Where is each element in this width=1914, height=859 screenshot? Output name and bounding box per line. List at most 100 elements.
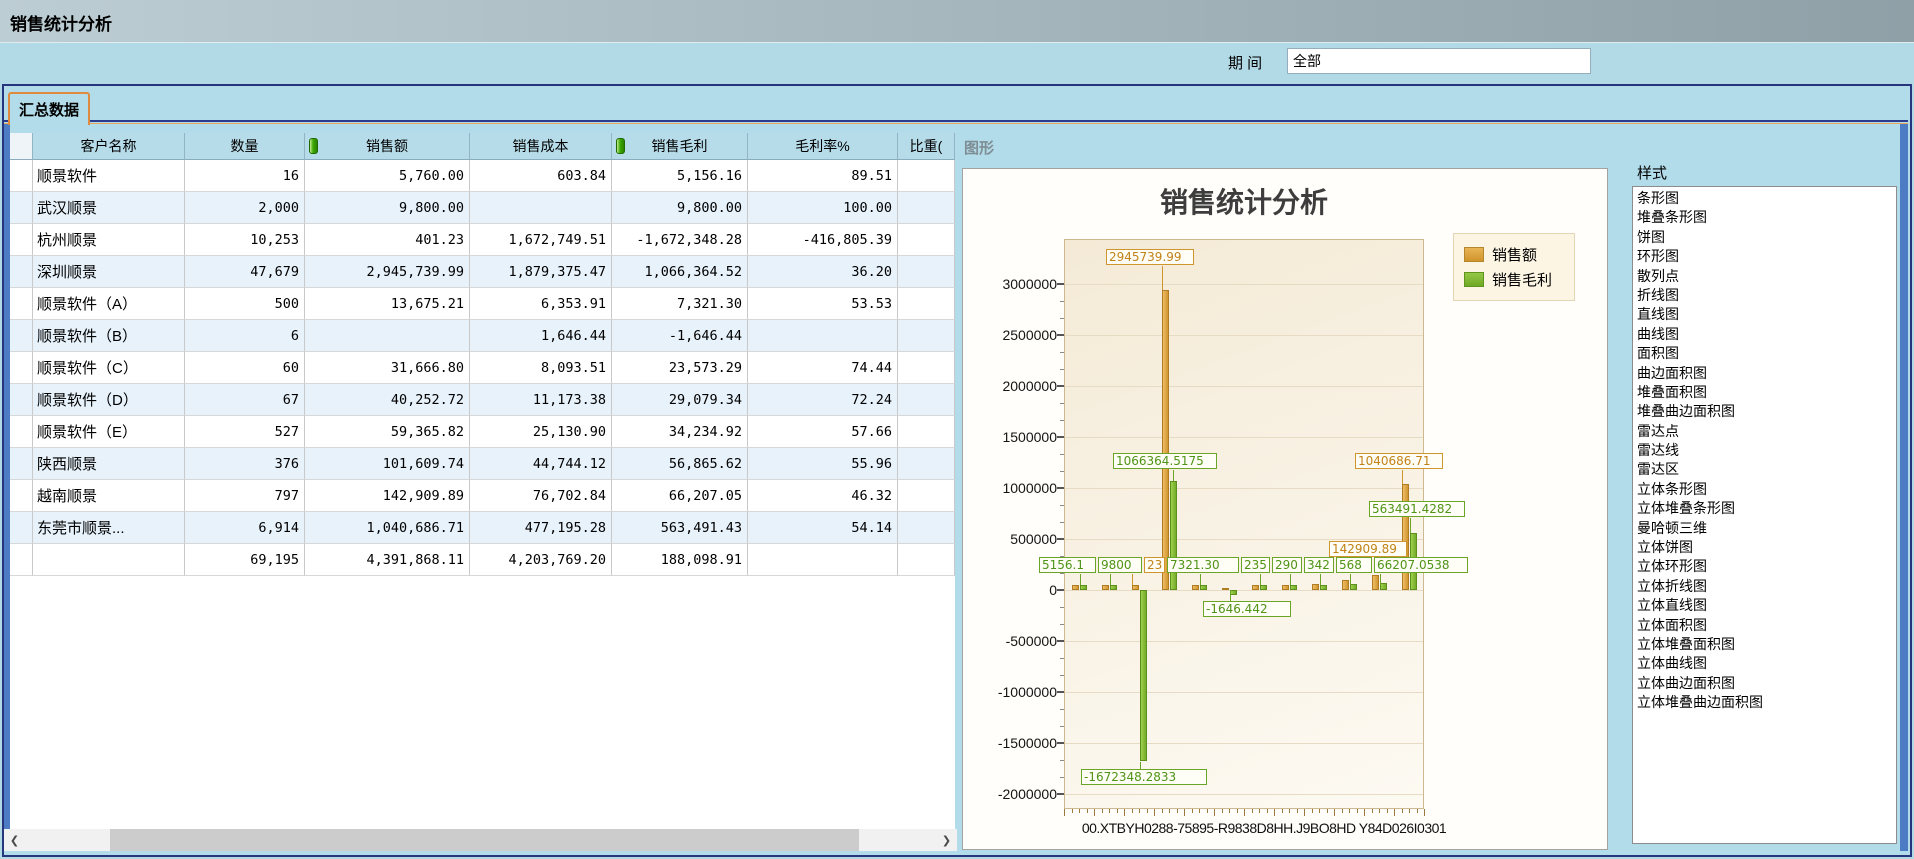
style-list-item[interactable]: 直线图	[1633, 305, 1896, 324]
x-axis-tick	[1237, 809, 1238, 813]
table-row[interactable]: 陕西顺景376101,609.7444,744.1256,865.6255.96	[10, 448, 955, 480]
chart-legend: 销售额 销售毛利	[1453, 233, 1575, 301]
table-row[interactable]: 顺景软件（B）61,646.44-1,646.44	[10, 320, 955, 352]
style-list-item[interactable]: 堆叠条形图	[1633, 208, 1896, 227]
data-label: -1672348.2833	[1081, 769, 1207, 785]
tab-summary-data[interactable]: 汇总数据	[8, 92, 90, 125]
legend-item-sales: 销售额	[1464, 242, 1574, 267]
x-axis-tick	[1244, 809, 1245, 816]
bar-profit-7	[1290, 585, 1297, 590]
x-axis-tick	[1184, 809, 1185, 816]
cell-gross-profit: 34,234.92	[612, 416, 748, 448]
y-axis-minor-tick	[1060, 726, 1064, 727]
period-input[interactable]	[1287, 48, 1591, 74]
table-row[interactable]: 顺景软件165,760.00603.845,156.1689.51	[10, 160, 955, 192]
style-list-item[interactable]: 立体直线图	[1633, 596, 1896, 615]
style-list-item[interactable]: 曼哈顿三维	[1633, 519, 1896, 538]
x-axis-tick	[1139, 809, 1140, 813]
x-axis-tick	[1409, 809, 1410, 813]
cell-margin-pct: 54.14	[748, 512, 898, 544]
column-header-sales-amount[interactable]: 销售额	[305, 133, 470, 160]
scroll-left-button[interactable]: ❮	[4, 829, 25, 851]
x-axis-tick	[1094, 809, 1095, 816]
scroll-right-button[interactable]: ❯	[936, 829, 957, 851]
style-list-item[interactable]: 堆叠曲边面积图	[1633, 402, 1896, 421]
y-axis-minor-tick	[1060, 301, 1064, 302]
cell-proportion	[898, 512, 955, 544]
cell-sales-amount: 31,666.80	[305, 352, 470, 384]
column-header-margin-pct[interactable]: 毛利率%	[748, 133, 898, 160]
horizontal-scrollbar[interactable]: ❮ ❯	[4, 829, 957, 851]
data-label-leader	[1350, 574, 1351, 585]
table-row[interactable]: 武汉顺景2,0009,800.009,800.00100.00	[10, 192, 955, 224]
x-axis-tick	[1087, 809, 1088, 813]
table-header-row: 客户名称数量销售额销售成本销售毛利毛利率%比重(	[10, 133, 955, 160]
table-row[interactable]: 顺景软件（E）52759,365.8225,130.9034,234.9257.…	[10, 416, 955, 448]
style-list-item[interactable]: 立体曲边面积图	[1633, 674, 1896, 693]
style-list-item[interactable]: 曲边面积图	[1633, 364, 1896, 383]
column-header-sales-cost[interactable]: 销售成本	[470, 133, 612, 160]
scrollbar-thumb[interactable]	[110, 829, 859, 851]
table-row[interactable]: 顺景软件（A）50013,675.216,353.917,321.3053.53	[10, 288, 955, 320]
cell-row-header	[10, 160, 33, 192]
column-header-proportion[interactable]: 比重(	[898, 133, 955, 160]
cell-row-header	[10, 416, 33, 448]
style-list-item[interactable]: 堆叠面积图	[1633, 383, 1896, 402]
style-list-item[interactable]: 环形图	[1633, 247, 1896, 266]
style-list-item[interactable]: 立体条形图	[1633, 480, 1896, 499]
cell-row-header	[10, 384, 33, 416]
table-row[interactable]: 越南顺景797142,909.8976,702.8466,207.0546.32	[10, 480, 955, 512]
style-list-item[interactable]: 折线图	[1633, 286, 1896, 305]
table-row[interactable]: 东莞市顺景...6,9141,040,686.71477,195.28563,4…	[10, 512, 955, 544]
cell-quantity: 500	[185, 288, 305, 320]
style-list-item[interactable]: 面积图	[1633, 344, 1896, 363]
style-list-item[interactable]: 雷达区	[1633, 460, 1896, 479]
column-header-gross-profit[interactable]: 销售毛利	[612, 133, 748, 160]
style-list-item[interactable]: 立体环形图	[1633, 557, 1896, 576]
style-list-item[interactable]: 曲线图	[1633, 325, 1896, 344]
y-axis-minor-tick	[1060, 505, 1064, 506]
style-list-item[interactable]: 立体曲线图	[1633, 654, 1896, 673]
cell-sales-cost: 4,203,769.20	[470, 544, 612, 576]
style-listbox[interactable]: 条形图堆叠条形图饼图环形图散列点折线图直线图曲线图面积图曲边面积图堆叠面积图堆叠…	[1632, 186, 1897, 844]
table-row[interactable]: 顺景软件（D）6740,252.7211,173.3829,079.3472.2…	[10, 384, 955, 416]
style-list-item[interactable]: 立体面积图	[1633, 616, 1896, 635]
x-axis-tick	[1379, 809, 1380, 813]
bar-profit-9	[1350, 584, 1357, 590]
style-list-item[interactable]: 立体堆叠曲边面积图	[1633, 693, 1896, 712]
style-list-item[interactable]: 立体堆叠条形图	[1633, 499, 1896, 518]
cell-gross-profit: 563,491.43	[612, 512, 748, 544]
style-list-item[interactable]: 立体折线图	[1633, 577, 1896, 596]
style-list-item[interactable]: 饼图	[1633, 228, 1896, 247]
cell-sales-amount	[305, 320, 470, 352]
style-list-item[interactable]: 立体饼图	[1633, 538, 1896, 557]
x-axis-tick	[1169, 809, 1170, 813]
table-row[interactable]: 深圳顺景47,6792,945,739.991,879,375.471,066,…	[10, 256, 955, 288]
x-axis-tick	[1364, 809, 1365, 816]
window-title-bar: 销售统计分析	[0, 0, 1914, 43]
chevron-left-icon: ❮	[10, 834, 19, 847]
style-list-item[interactable]: 条形图	[1633, 189, 1896, 208]
x-axis-tick	[1192, 809, 1193, 813]
table-row[interactable]: 顺景软件（C）6031,666.808,093.5123,573.2974.44	[10, 352, 955, 384]
data-label: 1040686.71	[1355, 453, 1443, 469]
style-list-item[interactable]: 雷达线	[1633, 441, 1896, 460]
cell-gross-profit: 23,573.29	[612, 352, 748, 384]
column-header-customer-name[interactable]: 客户名称	[33, 133, 185, 160]
y-axis-label: 2000000	[969, 378, 1057, 394]
cell-quantity: 60	[185, 352, 305, 384]
style-list-item[interactable]: 立体堆叠面积图	[1633, 635, 1896, 654]
table-empty-area	[10, 576, 955, 829]
grid-line	[1065, 590, 1423, 591]
chart-canvas: 销售统计分析 销售额 销售毛利 00.XTBYH0288-75895-R9838…	[962, 168, 1608, 850]
table-row[interactable]: 杭州顺景10,253401.231,672,749.51-1,672,348.2…	[10, 224, 955, 256]
table-total-row[interactable]: 69,1954,391,868.114,203,769.20188,098.91	[10, 544, 955, 576]
column-header-quantity[interactable]: 数量	[185, 133, 305, 160]
y-axis-minor-tick	[1060, 420, 1064, 421]
style-list-item[interactable]: 雷达点	[1633, 422, 1896, 441]
cell-gross-profit: 188,098.91	[612, 544, 748, 576]
style-list-item[interactable]: 散列点	[1633, 267, 1896, 286]
cell-row-header	[10, 224, 33, 256]
x-axis-tick	[1154, 809, 1155, 816]
bar-sales-6	[1252, 585, 1259, 590]
